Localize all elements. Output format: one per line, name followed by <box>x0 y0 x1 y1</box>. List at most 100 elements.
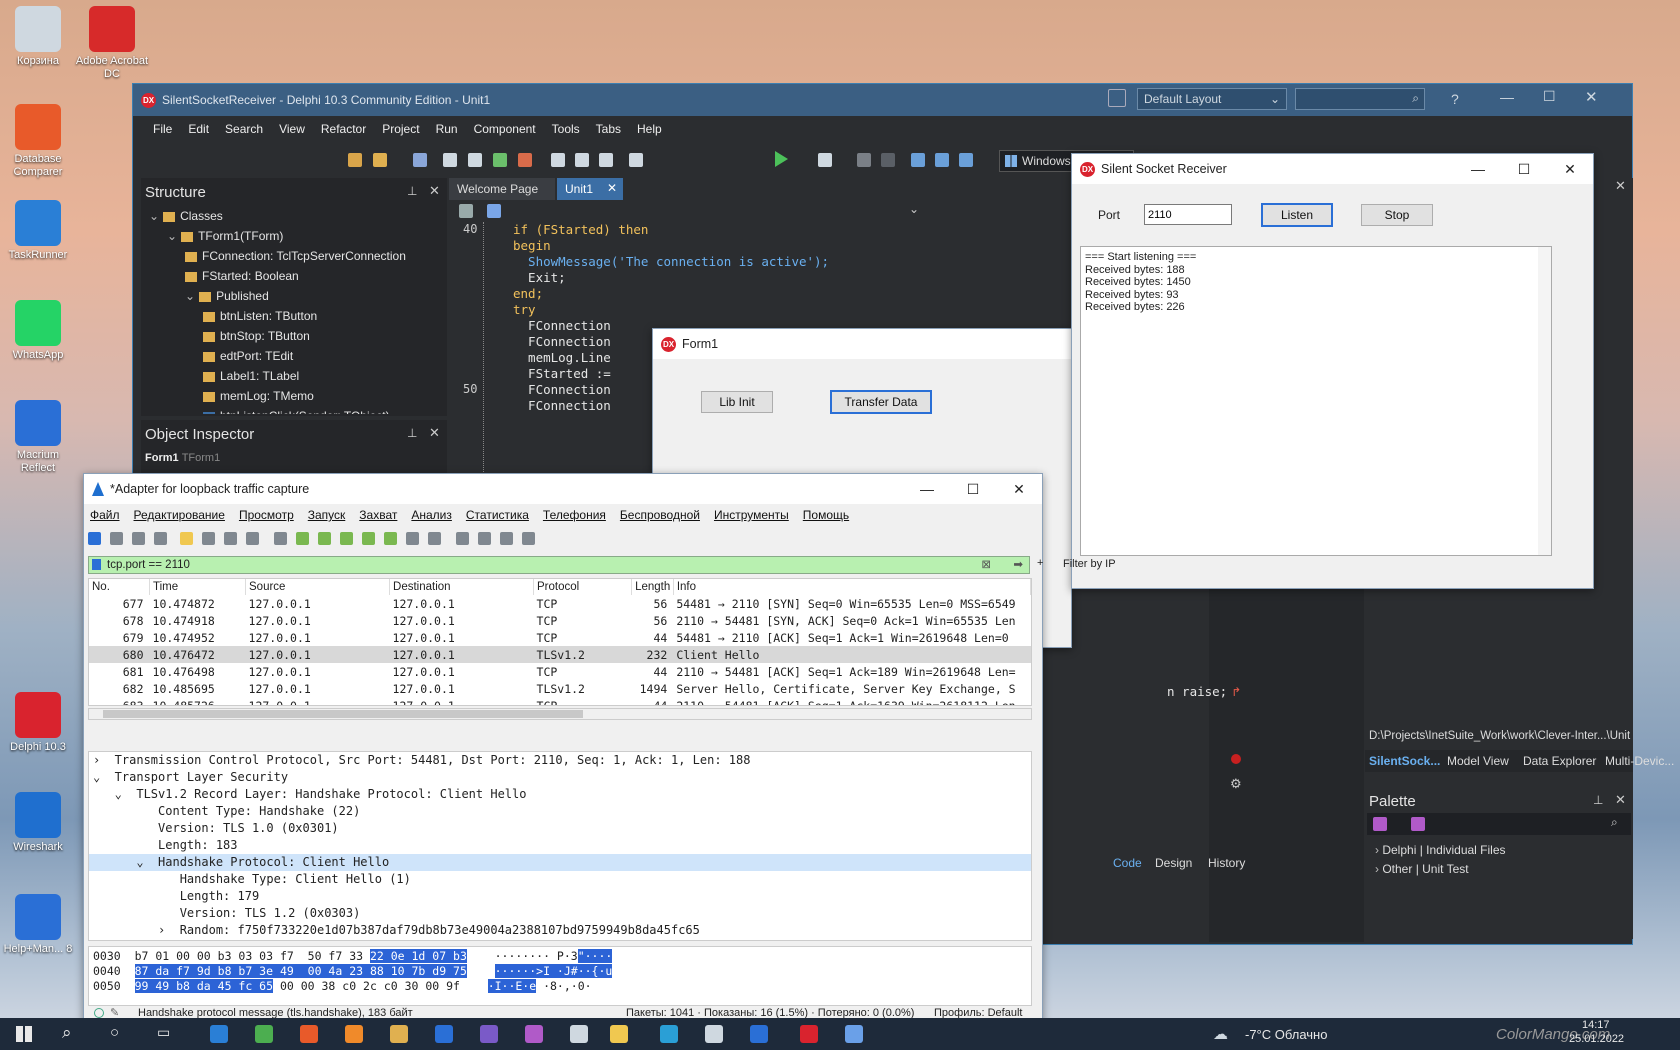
taskbar-app-icon[interactable] <box>435 1025 453 1043</box>
detail-row[interactable]: ⌄ Transport Layer Security <box>89 769 1031 786</box>
project-close-icon[interactable]: ✕ <box>1615 178 1626 194</box>
add-filter-button[interactable]: + <box>1037 557 1043 569</box>
close-file-icon[interactable] <box>224 532 237 545</box>
layout-select[interactable]: Default Layout ⌄ <box>1137 88 1287 110</box>
column-header[interactable]: Length <box>631 579 674 595</box>
taskbar-app-icon[interactable] <box>390 1025 408 1043</box>
palette-search[interactable]: ⌕ <box>1367 813 1631 835</box>
tree-node[interactable]: btnListenClick(Sender: TObject) <box>143 406 433 414</box>
forward-icon[interactable] <box>318 532 331 545</box>
lib-init-button[interactable]: Lib Init <box>701 391 773 413</box>
packet-row[interactable]: 680 10.476472 127.0.0.1 127.0.0.1 TLSv1.2 232… <box>89 646 1031 663</box>
pause-icon[interactable] <box>857 153 871 167</box>
go-to-icon[interactable] <box>340 532 353 545</box>
taskbar-app-icon[interactable] <box>210 1025 228 1043</box>
packet-row[interactable]: 681 10.476498 127.0.0.1 127.0.0.1 TCP 44 2110 … <box>89 663 1031 680</box>
taskbar-app-icon[interactable] <box>300 1025 318 1043</box>
bookmark-icon[interactable] <box>92 559 101 570</box>
taskbar-app-icon[interactable] <box>800 1025 818 1043</box>
stop-icon[interactable] <box>881 153 895 167</box>
wireshark-menu-item[interactable]: Анализ <box>411 508 452 522</box>
hex-row[interactable]: 0040 87 da f7 9d b8 b7 3e 49 00 4a 23 88… <box>93 964 1027 979</box>
column-header[interactable]: Destination <box>389 579 535 595</box>
run-icon[interactable] <box>775 151 788 167</box>
detail-row[interactable]: Length: 183 <box>89 837 1031 854</box>
taskbar-app-icon[interactable] <box>660 1025 678 1043</box>
tab-unit1[interactable]: Unit1 ✕ <box>557 178 623 200</box>
tree-node[interactable]: btnListen: TButton <box>143 306 433 326</box>
reload-icon[interactable] <box>246 532 259 545</box>
desktop-icon[interactable]: Корзина <box>0 6 76 68</box>
packet-row[interactable]: 682 10.485695 127.0.0.1 127.0.0.1 TLSv1.2 149… <box>89 680 1031 697</box>
taskbar-app-icon[interactable] <box>345 1025 363 1043</box>
maximize-button[interactable]: ☐ <box>1501 154 1547 184</box>
tab-design[interactable]: Design <box>1155 856 1192 870</box>
wireshark-menu-item[interactable]: Беспроводной <box>620 508 700 522</box>
packet-list-hscroll[interactable] <box>88 708 1032 720</box>
taskbar-app-icon[interactable] <box>480 1025 498 1043</box>
taskbar-app-icon[interactable] <box>525 1025 543 1043</box>
detail-row[interactable]: Length: 179 <box>89 888 1031 905</box>
weather-text[interactable]: -7°C Облачно <box>1245 1027 1327 1042</box>
wireshark-menu-item[interactable]: Телефония <box>543 508 606 522</box>
tree-node[interactable]: memLog: TMemo <box>143 386 433 406</box>
column-header[interactable]: No. <box>89 579 151 595</box>
object-inspector-selected[interactable]: Form1 TForm1 <box>145 452 220 464</box>
run-to-cursor-icon[interactable] <box>959 153 973 167</box>
detail-row[interactable]: › Random: f750f733220e1d07b387daf79db8b7… <box>89 922 1031 939</box>
display-filter-input[interactable]: tcp.port == 2110 ⊠ ➡ <box>88 556 1030 574</box>
ide-menu-item[interactable]: Refactor <box>321 122 366 136</box>
detail-row[interactable]: Content Type: Handshake (22) <box>89 803 1031 820</box>
wireshark-menu-item[interactable]: Захват <box>359 508 397 522</box>
component-icon[interactable] <box>1373 817 1387 831</box>
cursor-icon[interactable] <box>1411 817 1425 831</box>
remove-file-icon[interactable] <box>518 153 532 167</box>
wireshark-menu-item[interactable]: Инструменты <box>714 508 789 522</box>
find-icon[interactable] <box>274 532 287 545</box>
packet-row[interactable]: 677 10.474872 127.0.0.1 127.0.0.1 TCP 56 54481… <box>89 595 1031 612</box>
chevron-down-icon[interactable]: ⌄ <box>185 289 195 303</box>
clear-filter-icon[interactable]: ⊠ <box>981 557 991 573</box>
wireshark-menu-item[interactable]: Файл <box>90 508 120 522</box>
desktop-icon[interactable]: Macrium Reflect <box>0 400 76 475</box>
palette-category[interactable]: › Other | Unit Test <box>1375 860 1506 879</box>
start-icon[interactable] <box>16 1026 32 1042</box>
stop-capture-icon[interactable] <box>110 532 123 545</box>
save-icon[interactable] <box>413 153 427 167</box>
zoom-in-icon[interactable] <box>456 532 469 545</box>
last-icon[interactable] <box>384 532 397 545</box>
ide-menu-item[interactable]: Component <box>474 122 536 136</box>
object-inspector-close-icon[interactable]: ✕ <box>429 425 440 441</box>
palette-close-icon[interactable]: ✕ <box>1615 792 1626 808</box>
desktop-icon[interactable]: WhatsApp <box>0 300 76 362</box>
toggle-form-icon[interactable] <box>629 153 643 167</box>
column-header[interactable]: Protocol <box>533 579 633 595</box>
breakpoint-icon[interactable] <box>1231 754 1241 764</box>
clock-time[interactable]: 14:17 <box>1582 1019 1610 1031</box>
chevron-down-icon[interactable]: ⌄ <box>909 202 919 216</box>
trace-into-icon[interactable] <box>935 153 949 167</box>
taskbar-app-icon[interactable] <box>705 1025 723 1043</box>
maximize-button[interactable]: ☐ <box>1543 88 1556 105</box>
project-tab[interactable]: Multi-Devic... <box>1605 754 1674 768</box>
desktop-icon[interactable]: Help+Man... 8 <box>0 894 76 956</box>
options-icon[interactable] <box>154 532 167 545</box>
tree-node[interactable]: ⌄ Classes <box>143 206 433 226</box>
desktop-icon[interactable]: Delphi 10.3 <box>0 692 76 754</box>
colorize-icon[interactable] <box>428 532 441 545</box>
close-button[interactable]: ✕ <box>1547 154 1593 184</box>
ide-menu-item[interactable]: Project <box>382 122 419 136</box>
normal-size-icon[interactable] <box>500 532 513 545</box>
tab-welcome-page[interactable]: Welcome Page <box>449 178 555 200</box>
save-all-icon[interactable] <box>443 153 457 167</box>
column-header[interactable]: Time <box>149 579 247 595</box>
back-icon[interactable] <box>296 532 309 545</box>
scroll-thumb[interactable] <box>103 710 583 718</box>
pin-icon[interactable]: ⊥ <box>1593 793 1603 807</box>
desktop-icon[interactable]: Adobe Acrobat DC <box>74 6 150 81</box>
wireshark-menu-item[interactable]: Просмотр <box>239 508 294 522</box>
detail-row[interactable]: Version: TLS 1.0 (0x0301) <box>89 820 1031 837</box>
stop-button[interactable]: Stop <box>1361 204 1433 226</box>
gear-icon[interactable]: ⚙ <box>1230 776 1242 792</box>
taskbar-app-icon[interactable] <box>750 1025 768 1043</box>
